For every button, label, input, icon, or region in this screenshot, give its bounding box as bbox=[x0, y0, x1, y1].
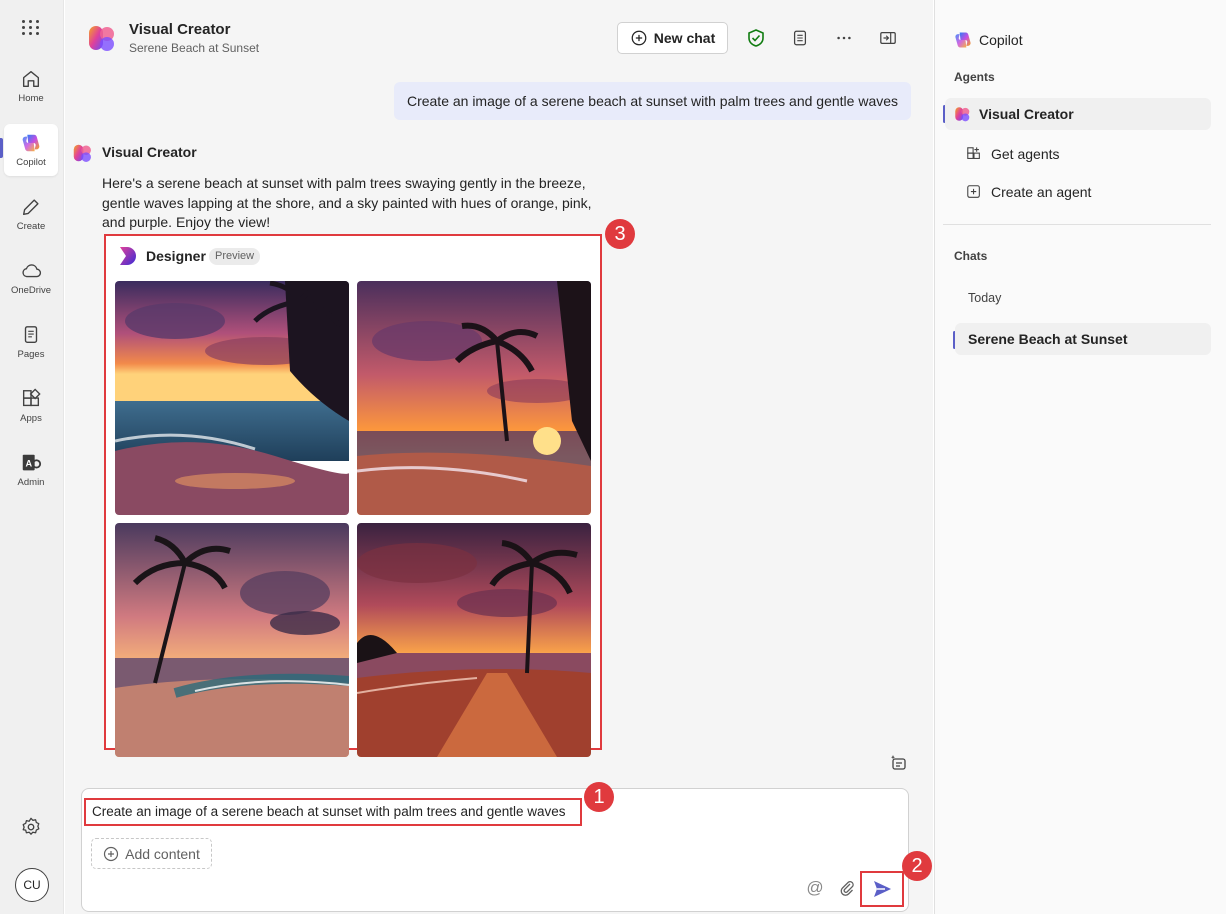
designer-image-card: Designer Preview bbox=[104, 234, 602, 757]
add-icon bbox=[104, 846, 119, 861]
pages-icon bbox=[24, 326, 38, 344]
generated-image-4[interactable] bbox=[357, 523, 591, 757]
cloud-icon bbox=[22, 264, 42, 278]
new-chat-button[interactable]: New chat bbox=[617, 22, 728, 54]
app-rail: Home Copilot Create OneDrive Pages Apps … bbox=[0, 0, 64, 914]
rail-active-indicator bbox=[0, 138, 3, 158]
shield-check-icon[interactable] bbox=[746, 28, 766, 48]
copilot-logo-icon bbox=[955, 32, 971, 48]
generated-image-1[interactable] bbox=[115, 281, 349, 515]
user-message: Create an image of a serene beach at sun… bbox=[394, 82, 911, 120]
page-title: Visual Creator bbox=[129, 21, 231, 38]
visual-creator-logo-icon bbox=[89, 26, 114, 51]
send-icon bbox=[874, 881, 891, 897]
rail-item-label: Apps bbox=[20, 413, 42, 424]
designer-title: Designer bbox=[146, 248, 206, 264]
agent-label: Visual Creator bbox=[979, 106, 1074, 122]
rail-item-label: Home bbox=[18, 93, 44, 104]
chats-group-today: Today bbox=[968, 291, 1002, 305]
rail-item-home[interactable]: Home bbox=[4, 60, 58, 112]
more-options-icon[interactable] bbox=[834, 28, 854, 48]
mention-icon[interactable]: @ bbox=[806, 879, 824, 897]
callout-3: 3 bbox=[605, 219, 635, 249]
agent-label: Create an agent bbox=[991, 184, 1092, 200]
pencil-icon bbox=[22, 199, 39, 216]
admin-icon: A bbox=[22, 454, 42, 471]
rail-item-label: Copilot bbox=[16, 157, 46, 168]
document-icon[interactable] bbox=[790, 28, 810, 48]
bot-avatar-icon bbox=[73, 144, 91, 162]
rail-item-create[interactable]: Create bbox=[4, 188, 58, 240]
home-icon bbox=[22, 70, 40, 88]
add-content-label: Add content bbox=[125, 845, 200, 862]
agents-heading: Agents bbox=[954, 70, 995, 84]
add-square-icon bbox=[965, 183, 983, 201]
agent-item-create-an-agent[interactable]: Create an agent bbox=[945, 176, 1211, 208]
message-input[interactable]: Create an image of a serene beach at sun… bbox=[84, 798, 582, 826]
chat-main: Visual Creator Serene Beach at Sunset Ne… bbox=[65, 0, 933, 914]
rail-item-apps[interactable]: Apps bbox=[4, 380, 58, 432]
agent-item-visual-creator[interactable]: Visual Creator bbox=[945, 98, 1211, 130]
callout-2: 2 bbox=[902, 851, 932, 881]
prompt-suggestions-icon[interactable] bbox=[889, 753, 909, 773]
agent-item-get-agents[interactable]: Get agents bbox=[945, 138, 1211, 170]
add-content-button[interactable]: Add content bbox=[91, 838, 212, 869]
message-composer: Create an image of a serene beach at sun… bbox=[81, 788, 909, 912]
rail-item-admin[interactable]: A Admin bbox=[4, 444, 58, 496]
generated-image-3[interactable] bbox=[115, 523, 349, 757]
agent-label: Get agents bbox=[991, 146, 1060, 162]
send-button[interactable] bbox=[860, 871, 904, 907]
designer-logo-icon bbox=[120, 247, 136, 265]
new-chat-label: New chat bbox=[653, 30, 716, 46]
get-agents-icon bbox=[965, 145, 983, 163]
generated-image-2[interactable] bbox=[357, 281, 591, 515]
visual-creator-logo-icon bbox=[953, 105, 971, 123]
chat-label: Serene Beach at Sunset bbox=[968, 331, 1128, 347]
chat-subtitle: Serene Beach at Sunset bbox=[129, 41, 260, 55]
section-divider bbox=[943, 224, 1211, 225]
rail-item-label: Create bbox=[16, 221, 46, 232]
toggle-side-panel-icon[interactable] bbox=[878, 28, 898, 48]
rail-item-pages[interactable]: Pages bbox=[4, 316, 58, 368]
avatar[interactable]: CU bbox=[15, 868, 49, 902]
copilot-side-panel: Copilot Agents Visual Creator Get agents… bbox=[934, 0, 1226, 914]
rail-item-copilot[interactable]: Copilot bbox=[4, 124, 58, 176]
callout-1: 1 bbox=[584, 782, 614, 812]
chat-item-serene-beach[interactable]: Serene Beach at Sunset bbox=[955, 323, 1211, 355]
rail-item-label: OneDrive bbox=[10, 285, 52, 296]
rail-item-label: Admin bbox=[17, 477, 45, 488]
settings-icon[interactable] bbox=[20, 816, 42, 838]
side-panel-title: Copilot bbox=[979, 32, 1023, 48]
bot-message: Here's a serene beach at sunset with pal… bbox=[102, 175, 592, 230]
rail-item-onedrive[interactable]: OneDrive bbox=[4, 252, 58, 304]
rail-item-label: Pages bbox=[17, 349, 45, 360]
attach-icon[interactable] bbox=[838, 879, 856, 897]
copilot-icon bbox=[22, 134, 40, 152]
app-launcher-icon[interactable] bbox=[20, 16, 42, 38]
bot-name: Visual Creator bbox=[102, 144, 197, 160]
svg-text:A: A bbox=[26, 459, 33, 469]
apps-icon bbox=[22, 388, 41, 407]
new-chat-icon bbox=[631, 30, 647, 46]
chats-heading: Chats bbox=[954, 249, 988, 263]
preview-badge: Preview bbox=[209, 248, 261, 265]
